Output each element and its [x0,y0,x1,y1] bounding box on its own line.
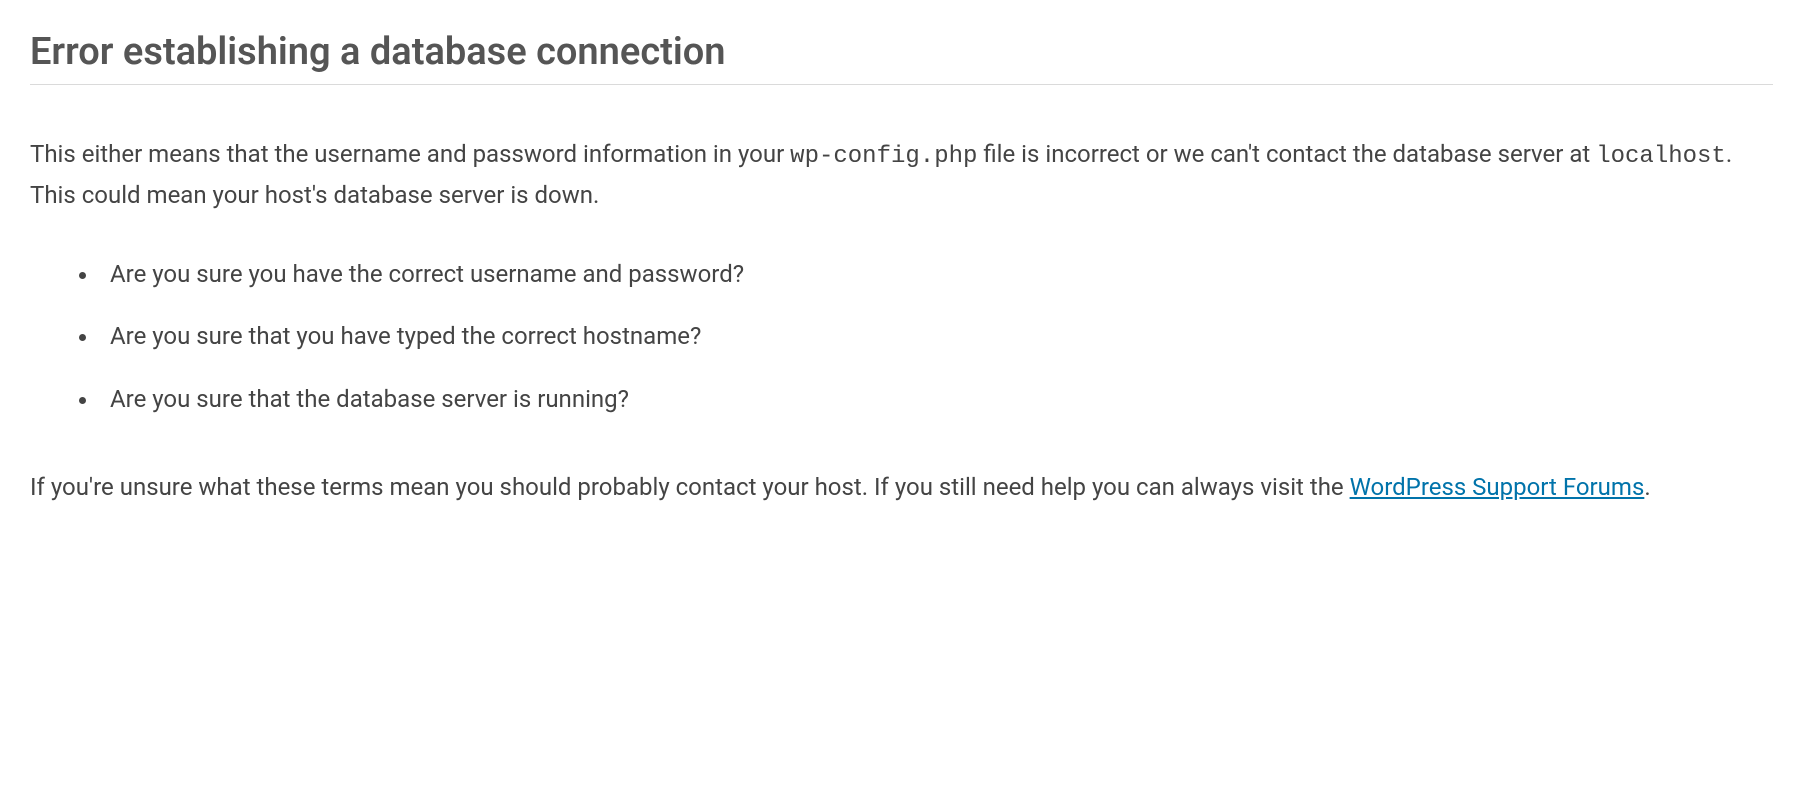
list-item: Are you sure that you have typed the cor… [100,317,1773,355]
error-footer: If you're unsure what these terms mean y… [30,468,1773,506]
footer-text-1: If you're unsure what these terms mean y… [30,473,1350,501]
support-forums-link[interactable]: WordPress Support Forums [1350,473,1645,501]
intro-text-2: file is incorrect or we can't contact th… [977,140,1596,168]
troubleshoot-list: Are you sure you have the correct userna… [100,255,1773,418]
list-item: Are you sure you have the correct userna… [100,255,1773,293]
footer-text-2: . [1644,473,1650,501]
config-file-code: wp-config.php [790,143,977,170]
error-intro: This either means that the username and … [30,135,1773,215]
list-item: Are you sure that the database server is… [100,380,1773,418]
db-host-code: localhost [1596,143,1726,170]
error-heading: Error establishing a database connection [30,30,1773,85]
intro-text-1: This either means that the username and … [30,140,790,168]
